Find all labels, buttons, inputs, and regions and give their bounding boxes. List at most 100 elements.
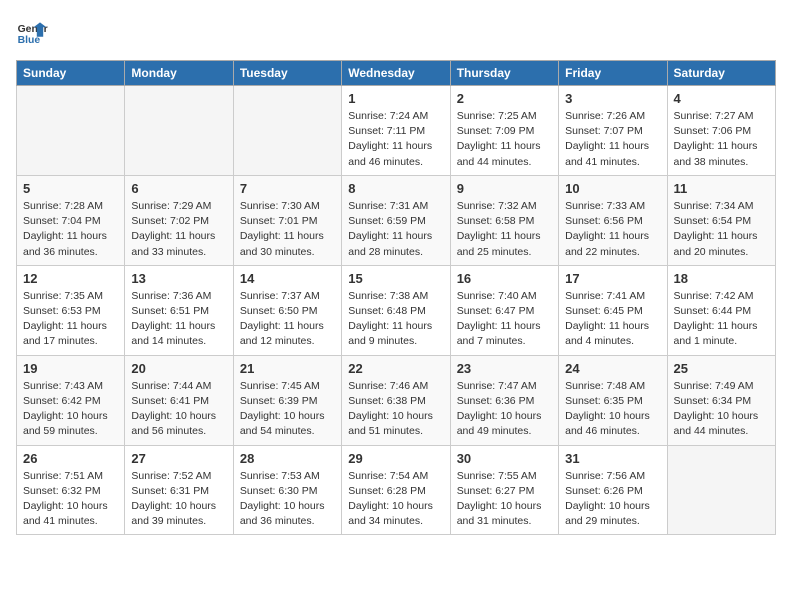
page-header: General Blue bbox=[16, 16, 776, 48]
week-row-4: 19 Sunrise: 7:43 AMSunset: 6:42 PMDayligh… bbox=[17, 355, 776, 445]
calendar-cell: 10 Sunrise: 7:33 AMSunset: 6:56 PMDayligh… bbox=[559, 175, 667, 265]
day-info: Sunrise: 7:29 AMSunset: 7:02 PMDaylight:… bbox=[131, 199, 226, 260]
day-number: 20 bbox=[131, 361, 226, 376]
week-row-2: 5 Sunrise: 7:28 AMSunset: 7:04 PMDaylight… bbox=[17, 175, 776, 265]
day-number: 29 bbox=[348, 451, 443, 466]
day-info: Sunrise: 7:28 AMSunset: 7:04 PMDaylight:… bbox=[23, 199, 118, 260]
week-row-5: 26 Sunrise: 7:51 AMSunset: 6:32 PMDayligh… bbox=[17, 445, 776, 535]
day-number: 3 bbox=[565, 91, 660, 106]
day-info: Sunrise: 7:35 AMSunset: 6:53 PMDaylight:… bbox=[23, 289, 118, 350]
calendar-cell: 14Sunrise: 7:37 AMSunset: 6:50 PMDayligh… bbox=[233, 265, 341, 355]
logo-icon: General Blue bbox=[16, 16, 48, 48]
day-number: 4 bbox=[674, 91, 769, 106]
calendar-cell: 7 Sunrise: 7:30 AMSunset: 7:01 PMDaylight… bbox=[233, 175, 341, 265]
day-number: 7 bbox=[240, 181, 335, 196]
day-number: 30 bbox=[457, 451, 552, 466]
col-header-thursday: Thursday bbox=[450, 61, 558, 86]
calendar-cell: 15Sunrise: 7:38 AMSunset: 6:48 PMDayligh… bbox=[342, 265, 450, 355]
calendar-cell: 28 Sunrise: 7:53 AMSunset: 6:30 PMDayligh… bbox=[233, 445, 341, 535]
day-number: 10 bbox=[565, 181, 660, 196]
day-number: 9 bbox=[457, 181, 552, 196]
day-number: 15 bbox=[348, 271, 443, 286]
calendar-cell: 30 Sunrise: 7:55 AMSunset: 6:27 PMDayligh… bbox=[450, 445, 558, 535]
logo: General Blue bbox=[16, 16, 48, 48]
day-number: 24 bbox=[565, 361, 660, 376]
day-number: 22 bbox=[348, 361, 443, 376]
day-info: Sunrise: 7:49 AMSunset: 6:34 PMDaylight:… bbox=[674, 379, 769, 440]
day-info: Sunrise: 7:44 AMSunset: 6:41 PMDaylight:… bbox=[131, 379, 226, 440]
day-info: Sunrise: 7:43 AMSunset: 6:42 PMDaylight:… bbox=[23, 379, 118, 440]
calendar-cell: 29Sunrise: 7:54 AMSunset: 6:28 PMDayligh… bbox=[342, 445, 450, 535]
day-number: 31 bbox=[565, 451, 660, 466]
day-info: Sunrise: 7:42 AMSunset: 6:44 PMDaylight:… bbox=[674, 289, 769, 350]
day-number: 6 bbox=[131, 181, 226, 196]
day-number: 13 bbox=[131, 271, 226, 286]
calendar-cell: 13 Sunrise: 7:36 AMSunset: 6:51 PMDayligh… bbox=[125, 265, 233, 355]
calendar-cell bbox=[667, 445, 775, 535]
col-header-saturday: Saturday bbox=[667, 61, 775, 86]
calendar-cell: 11 Sunrise: 7:34 AMSunset: 6:54 PMDayligh… bbox=[667, 175, 775, 265]
day-info: Sunrise: 7:56 AMSunset: 6:26 PMDaylight:… bbox=[565, 469, 660, 530]
calendar-cell: 24 Sunrise: 7:48 AMSunset: 6:35 PMDayligh… bbox=[559, 355, 667, 445]
calendar-cell: 25 Sunrise: 7:49 AMSunset: 6:34 PMDayligh… bbox=[667, 355, 775, 445]
day-info: Sunrise: 7:33 AMSunset: 6:56 PMDaylight:… bbox=[565, 199, 660, 260]
calendar-cell: 2 Sunrise: 7:25 AMSunset: 7:09 PMDaylight… bbox=[450, 86, 558, 176]
calendar-cell: 9 Sunrise: 7:32 AMSunset: 6:58 PMDaylight… bbox=[450, 175, 558, 265]
day-number: 5 bbox=[23, 181, 118, 196]
calendar-cell: 6 Sunrise: 7:29 AMSunset: 7:02 PMDaylight… bbox=[125, 175, 233, 265]
calendar-cell: 23Sunrise: 7:47 AMSunset: 6:36 PMDayligh… bbox=[450, 355, 558, 445]
calendar-cell: 27Sunrise: 7:52 AMSunset: 6:31 PMDayligh… bbox=[125, 445, 233, 535]
col-header-friday: Friday bbox=[559, 61, 667, 86]
day-info: Sunrise: 7:46 AMSunset: 6:38 PMDaylight:… bbox=[348, 379, 443, 440]
calendar-cell: 5 Sunrise: 7:28 AMSunset: 7:04 PMDaylight… bbox=[17, 175, 125, 265]
day-number: 14 bbox=[240, 271, 335, 286]
calendar-cell: 20 Sunrise: 7:44 AMSunset: 6:41 PMDayligh… bbox=[125, 355, 233, 445]
day-info: Sunrise: 7:45 AMSunset: 6:39 PMDaylight:… bbox=[240, 379, 335, 440]
day-info: Sunrise: 7:30 AMSunset: 7:01 PMDaylight:… bbox=[240, 199, 335, 260]
calendar-cell bbox=[125, 86, 233, 176]
day-info: Sunrise: 7:48 AMSunset: 6:35 PMDaylight:… bbox=[565, 379, 660, 440]
col-header-monday: Monday bbox=[125, 61, 233, 86]
day-number: 26 bbox=[23, 451, 118, 466]
day-info: Sunrise: 7:24 AMSunset: 7:11 PMDaylight:… bbox=[348, 109, 443, 170]
day-info: Sunrise: 7:47 AMSunset: 6:36 PMDaylight:… bbox=[457, 379, 552, 440]
week-row-3: 12Sunrise: 7:35 AMSunset: 6:53 PMDayligh… bbox=[17, 265, 776, 355]
day-info: Sunrise: 7:36 AMSunset: 6:51 PMDaylight:… bbox=[131, 289, 226, 350]
day-number: 19 bbox=[23, 361, 118, 376]
calendar-cell: 4 Sunrise: 7:27 AMSunset: 7:06 PMDaylight… bbox=[667, 86, 775, 176]
day-number: 1 bbox=[348, 91, 443, 106]
calendar-cell: 8Sunrise: 7:31 AMSunset: 6:59 PMDaylight… bbox=[342, 175, 450, 265]
day-info: Sunrise: 7:32 AMSunset: 6:58 PMDaylight:… bbox=[457, 199, 552, 260]
day-number: 16 bbox=[457, 271, 552, 286]
calendar-cell: 19 Sunrise: 7:43 AMSunset: 6:42 PMDayligh… bbox=[17, 355, 125, 445]
calendar-cell: 22 Sunrise: 7:46 AMSunset: 6:38 PMDayligh… bbox=[342, 355, 450, 445]
calendar-cell: 18 Sunrise: 7:42 AMSunset: 6:44 PMDayligh… bbox=[667, 265, 775, 355]
calendar-cell: 12Sunrise: 7:35 AMSunset: 6:53 PMDayligh… bbox=[17, 265, 125, 355]
day-number: 28 bbox=[240, 451, 335, 466]
calendar-cell: 17Sunrise: 7:41 AMSunset: 6:45 PMDayligh… bbox=[559, 265, 667, 355]
day-info: Sunrise: 7:26 AMSunset: 7:07 PMDaylight:… bbox=[565, 109, 660, 170]
day-number: 25 bbox=[674, 361, 769, 376]
day-info: Sunrise: 7:55 AMSunset: 6:27 PMDaylight:… bbox=[457, 469, 552, 530]
calendar-cell: 1 Sunrise: 7:24 AMSunset: 7:11 PMDaylight… bbox=[342, 86, 450, 176]
day-info: Sunrise: 7:25 AMSunset: 7:09 PMDaylight:… bbox=[457, 109, 552, 170]
day-number: 18 bbox=[674, 271, 769, 286]
day-info: Sunrise: 7:51 AMSunset: 6:32 PMDaylight:… bbox=[23, 469, 118, 530]
calendar-cell: 26 Sunrise: 7:51 AMSunset: 6:32 PMDayligh… bbox=[17, 445, 125, 535]
day-info: Sunrise: 7:41 AMSunset: 6:45 PMDaylight:… bbox=[565, 289, 660, 350]
day-number: 27 bbox=[131, 451, 226, 466]
day-number: 11 bbox=[674, 181, 769, 196]
svg-text:Blue: Blue bbox=[18, 35, 41, 46]
calendar-cell: 31 Sunrise: 7:56 AMSunset: 6:26 PMDayligh… bbox=[559, 445, 667, 535]
col-header-tuesday: Tuesday bbox=[233, 61, 341, 86]
day-info: Sunrise: 7:53 AMSunset: 6:30 PMDaylight:… bbox=[240, 469, 335, 530]
day-number: 2 bbox=[457, 91, 552, 106]
col-header-sunday: Sunday bbox=[17, 61, 125, 86]
calendar-cell: 21 Sunrise: 7:45 AMSunset: 6:39 PMDayligh… bbox=[233, 355, 341, 445]
day-info: Sunrise: 7:27 AMSunset: 7:06 PMDaylight:… bbox=[674, 109, 769, 170]
day-number: 21 bbox=[240, 361, 335, 376]
calendar-cell bbox=[233, 86, 341, 176]
day-number: 8 bbox=[348, 181, 443, 196]
day-info: Sunrise: 7:34 AMSunset: 6:54 PMDaylight:… bbox=[674, 199, 769, 260]
calendar-cell bbox=[17, 86, 125, 176]
